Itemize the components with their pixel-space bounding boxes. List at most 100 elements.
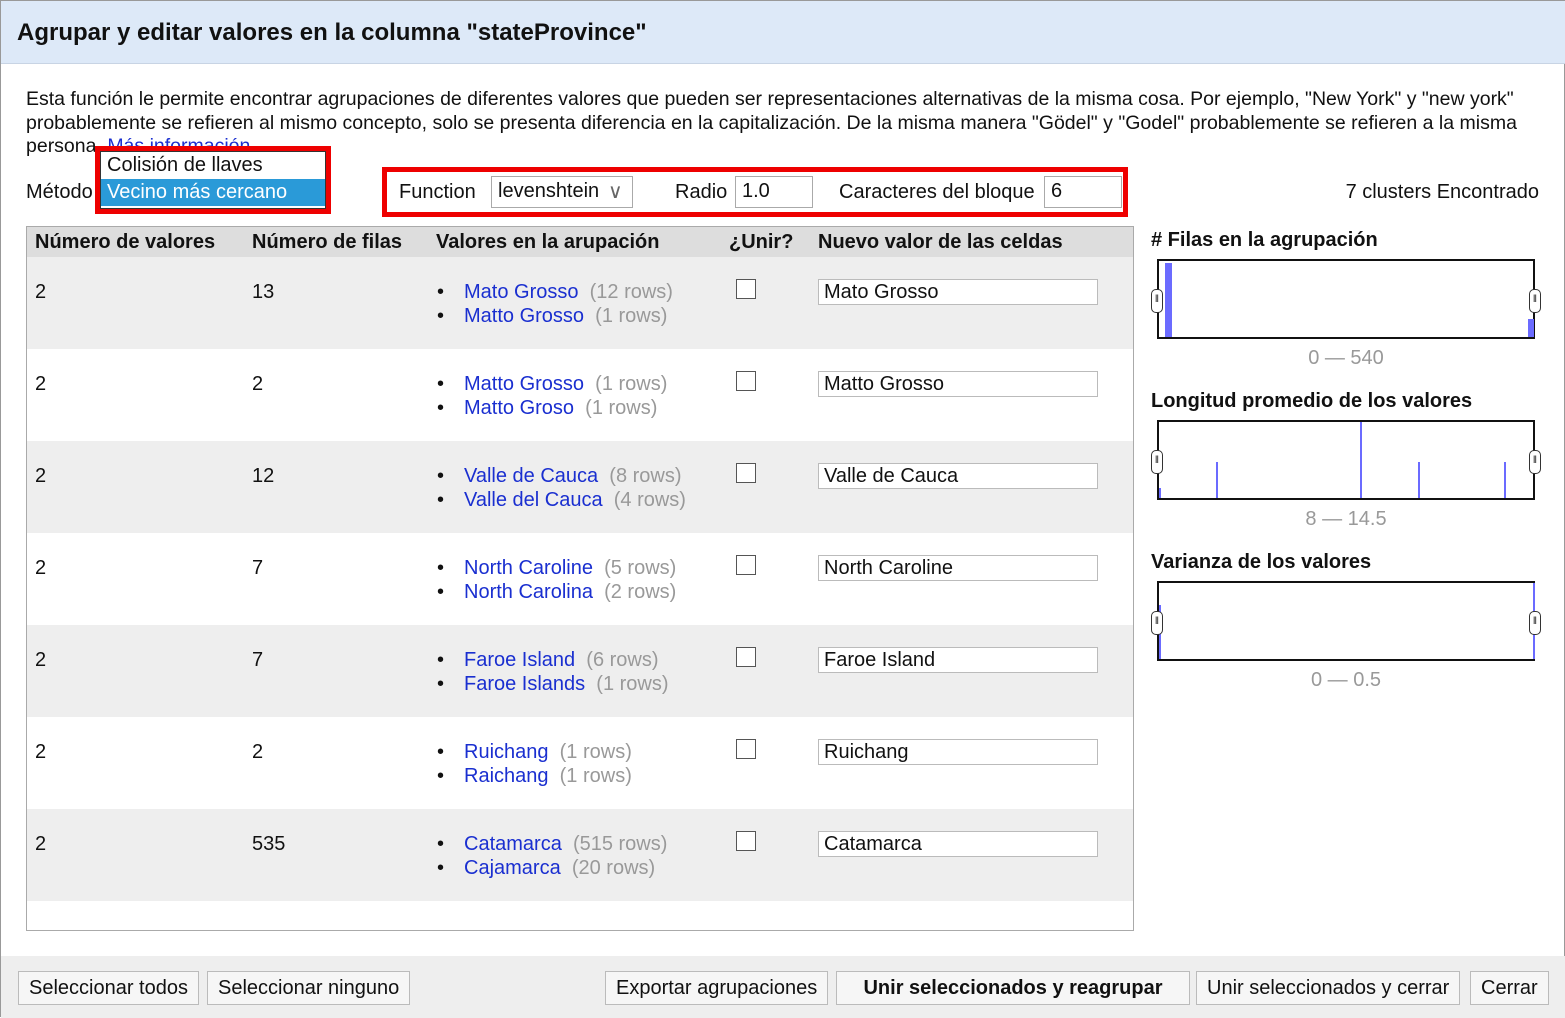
value-link[interactable]: Catamarca [464, 833, 562, 855]
merge-checkbox[interactable] [736, 555, 756, 575]
radius-input[interactable]: 1.0 [735, 176, 813, 208]
dialog-header: Agrupar y editar valores en la columna "… [1, 1, 1565, 64]
new-value-input[interactable]: Catamarca [818, 831, 1098, 857]
num-values: 2 [35, 557, 47, 579]
histogram: ‖ ‖ [1151, 581, 1541, 661]
select-none-button[interactable]: Seleccionar ninguno [207, 971, 411, 1005]
num-rows: 2 [252, 741, 264, 763]
list-item: Valle de Cauca (8 rows) [437, 465, 686, 489]
value-count: (1 rows) [595, 305, 668, 327]
num-values: 2 [35, 833, 47, 855]
select-all-button[interactable]: Seleccionar todos [18, 971, 199, 1005]
export-clusters-button[interactable]: Exportar agrupaciones [605, 971, 829, 1005]
value-link[interactable]: North Carolina [464, 581, 593, 603]
histogram: ‖ ‖ [1151, 259, 1541, 339]
function-select[interactable]: levenshtein ∨ [491, 176, 633, 208]
value-link[interactable]: North Caroline [464, 557, 593, 579]
num-rows: 13 [252, 281, 275, 303]
num-values: 2 [35, 649, 47, 671]
merge-close-button[interactable]: Unir seleccionados y cerrar [1196, 971, 1461, 1005]
new-value-input[interactable]: Mato Grosso [818, 279, 1098, 305]
histogram-bar [1504, 462, 1506, 498]
new-value-input[interactable]: Matto Grosso [818, 371, 1098, 397]
range-handle-right[interactable]: ‖ [1529, 289, 1541, 313]
table-row: 2 12Valle de Cauca (8 rows)Valle del Cau… [27, 441, 1133, 533]
list-item: Matto Grosso (1 rows) [437, 305, 673, 329]
num-values: 2 [35, 741, 47, 763]
value-link[interactable]: Valle del Cauca [464, 489, 603, 511]
list-item: Matto Grosso (1 rows) [437, 373, 667, 397]
close-button[interactable]: Cerrar [1470, 971, 1549, 1005]
histogram-bar [1528, 319, 1534, 337]
list-item: Ruichang (1 rows) [437, 741, 632, 765]
value-link[interactable]: Matto Grosso [464, 373, 584, 395]
value-count: (5 rows) [604, 557, 677, 579]
num-values: 2 [35, 465, 47, 487]
merge-checkbox[interactable] [736, 463, 756, 483]
value-count: (12 rows) [589, 281, 673, 303]
facet-histogram: Varianza de los valores ‖ ‖ 0 — 0.5 [1151, 551, 1541, 691]
table-row: 2 13 Mato Grosso (12 rows)Matto Grosso (1… [27, 257, 1133, 349]
value-count: (2 rows) [604, 581, 677, 603]
value-link[interactable]: Mato Grosso [464, 281, 578, 303]
method-option-nearest-neighbor[interactable]: Vecino más cercano [101, 179, 325, 206]
list-item: North Carolina (2 rows) [437, 581, 676, 605]
range-handle-right[interactable]: ‖ [1529, 611, 1541, 635]
histogram-bar [1418, 462, 1420, 498]
chevron-down-icon: ∨ [608, 181, 623, 203]
value-count: (1 rows) [559, 741, 632, 763]
value-count: (1 rows) [585, 397, 658, 419]
histogram-bar [1159, 488, 1161, 498]
cluster-values: Faroe Island (6 rows)Faroe Islands (1 ro… [437, 649, 669, 697]
value-link[interactable]: Faroe Islands [464, 673, 585, 695]
new-value-input[interactable]: Ruichang [818, 739, 1098, 765]
range-handle-right[interactable]: ‖ [1529, 450, 1541, 474]
new-value-input[interactable]: Valle de Cauca [818, 463, 1098, 489]
list-item: Faroe Island (6 rows) [437, 649, 669, 673]
value-link[interactable]: Faroe Island [464, 649, 575, 671]
list-item: Faroe Islands (1 rows) [437, 673, 669, 697]
block-chars-input[interactable]: 6 [1044, 176, 1122, 208]
table-header: Número de valores Número de filas Valore… [27, 227, 1133, 257]
cluster-values: North Caroline (5 rows)North Carolina (2… [437, 557, 676, 605]
value-link[interactable]: Ruichang [464, 741, 549, 763]
method-dropdown[interactable]: Colisión de llaves Vecino más cercano [95, 146, 331, 214]
new-value-input[interactable]: Faroe Island [818, 647, 1098, 673]
value-link[interactable]: Raichang [464, 765, 549, 787]
range-handle-left[interactable]: ‖ [1151, 289, 1163, 313]
footer: Seleccionar todos Seleccionar ninguno Ex… [1, 956, 1565, 1018]
block-chars-label: Caracteres del bloque [839, 181, 1035, 203]
histogram-bar [1360, 422, 1362, 498]
num-values: 2 [35, 373, 47, 395]
facet-title: Longitud promedio de los valores [1151, 390, 1473, 412]
merge-recluster-button[interactable]: Unir seleccionados y reagrupar [836, 971, 1190, 1005]
merge-checkbox[interactable] [736, 831, 756, 851]
col-num-rows: Número de filas [252, 231, 403, 253]
facet-range: 0 — 540 [1308, 347, 1384, 369]
col-values: Valores en la arupación [436, 231, 660, 253]
merge-checkbox[interactable] [736, 279, 756, 299]
value-link[interactable]: Matto Groso [464, 397, 574, 419]
range-handle-left[interactable]: ‖ [1151, 450, 1163, 474]
value-link[interactable]: Matto Grosso [464, 305, 584, 327]
clusters-found: 7 clusters Encontrado [1345, 181, 1539, 203]
col-num-values: Número de valores [35, 231, 216, 253]
list-item: North Caroline (5 rows) [437, 557, 676, 581]
merge-checkbox[interactable] [736, 371, 756, 391]
range-handle-left[interactable]: ‖ [1151, 611, 1163, 635]
facet-range: 8 — 14.5 [1305, 508, 1387, 530]
facet-range: 0 — 0.5 [1310, 669, 1382, 691]
value-link[interactable]: Valle de Cauca [464, 465, 598, 487]
facet-title: # Filas en la agrupación [1151, 229, 1378, 251]
num-rows: 7 [252, 649, 264, 671]
new-value-input[interactable]: North Caroline [818, 555, 1098, 581]
col-merge: ¿Unir? [729, 231, 794, 253]
method-option-key-collision[interactable]: Colisión de llaves [101, 152, 325, 179]
num-rows: 7 [252, 557, 264, 579]
merge-checkbox[interactable] [736, 739, 756, 759]
facet-histogram: Longitud promedio de los valores ‖ ‖ 8 — 14… [1151, 390, 1541, 530]
value-link[interactable]: Cajamarca [464, 857, 561, 879]
value-count: (4 rows) [613, 489, 686, 511]
num-rows: 2 [252, 373, 264, 395]
merge-checkbox[interactable] [736, 647, 756, 667]
